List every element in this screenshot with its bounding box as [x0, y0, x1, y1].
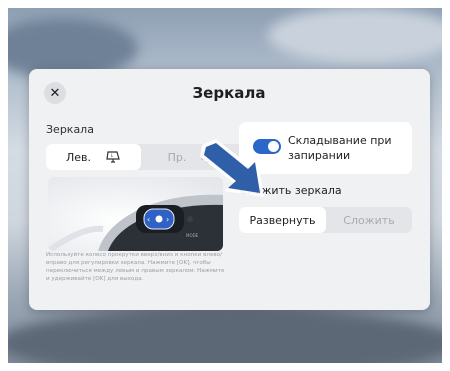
close-button[interactable]: ✕	[44, 82, 66, 104]
left-mirror-option[interactable]: Лев. L	[46, 144, 141, 170]
background-blob	[8, 308, 442, 363]
mirror-left-icon: L	[106, 151, 120, 163]
unfold-button[interactable]: Развернуть	[239, 207, 326, 233]
pointer-arrow-icon	[200, 139, 264, 197]
mirrors-dialog: ✕ Зеркала Зеркала Лев. L Пр. ‹ › MODE Ис…	[29, 69, 430, 310]
svg-text:›: ›	[166, 215, 169, 224]
left-mirror-label: Лев.	[65, 150, 92, 164]
fold-on-lock-label: Складывание при запирании	[288, 134, 392, 162]
right-mirror-label: Пр.	[167, 150, 187, 164]
background-blob	[268, 8, 442, 63]
close-icon: ✕	[49, 85, 61, 101]
mirrors-label: Зеркала	[46, 123, 94, 136]
svg-text:MODE: MODE	[186, 233, 199, 238]
help-text: Используйте колесо прокрутки вверх/вниз …	[46, 252, 225, 282]
fold-segment: Развернуть Сложить	[239, 207, 412, 233]
svg-text:L: L	[111, 153, 114, 158]
svg-text:‹: ‹	[147, 215, 150, 224]
unfold-label: Развернуть	[249, 213, 316, 227]
fold-label: Сложить	[343, 213, 395, 227]
fold-button[interactable]: Сложить	[326, 207, 412, 233]
dialog-title: Зеркала	[192, 84, 266, 102]
